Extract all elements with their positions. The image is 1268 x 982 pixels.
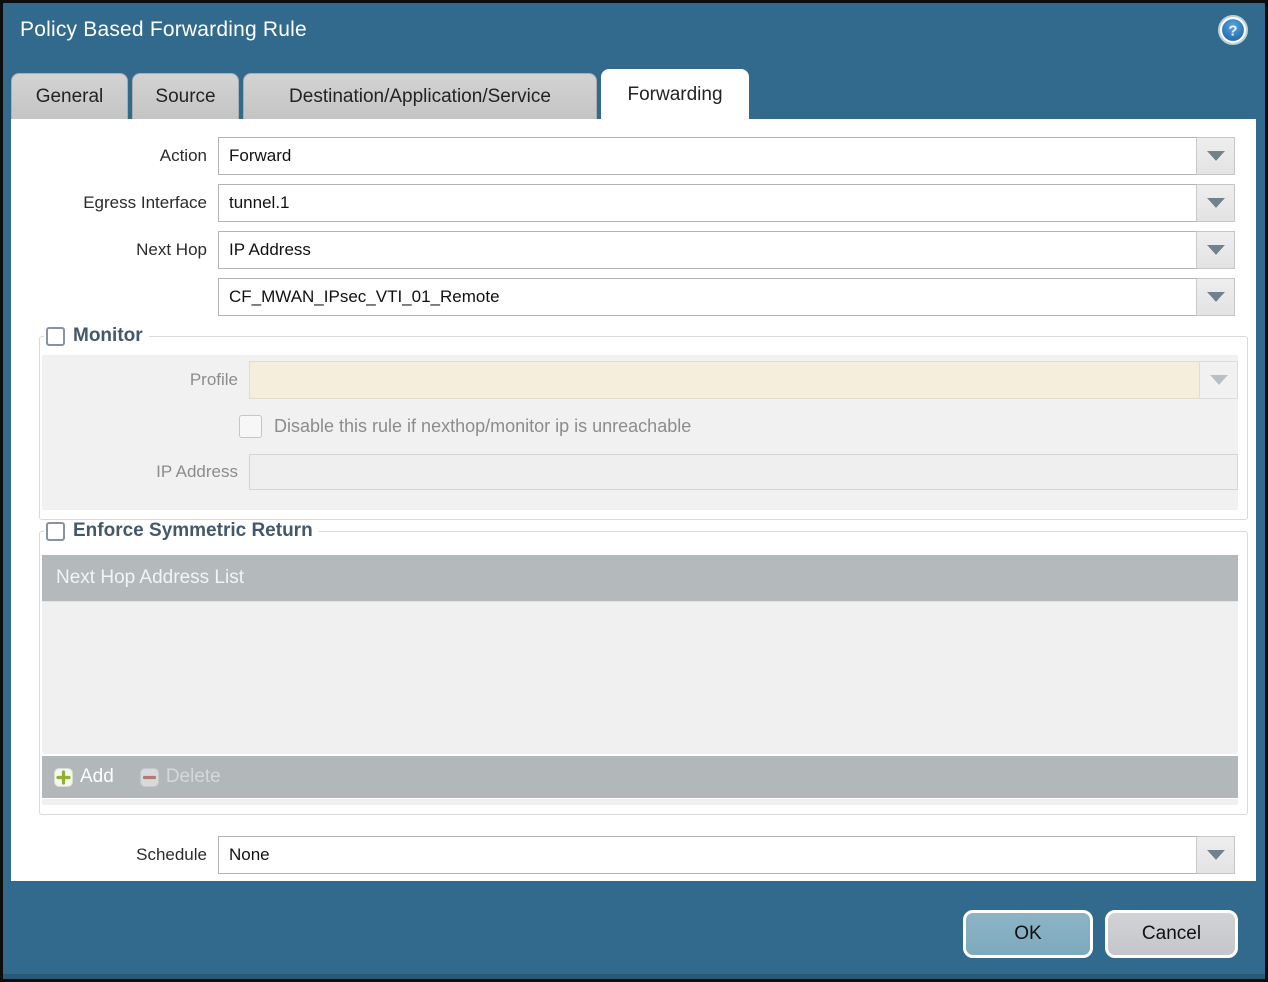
monitor-panel: Profile Disable this rule if nexthop/mon… — [42, 355, 1238, 510]
help-button[interactable]: ? — [1217, 14, 1249, 46]
table-toolbar: Add Delete — [42, 756, 1238, 798]
add-button-label: Add — [80, 766, 114, 787]
forwarding-tab-panel: Action Egress Interface Next Hop — [11, 119, 1256, 881]
svg-text:?: ? — [1228, 23, 1237, 40]
symmetric-return-legend: Enforce Symmetric Return — [44, 520, 319, 542]
next-hop-row: Next Hop — [11, 231, 1235, 269]
symmetric-return-checkbox[interactable] — [46, 521, 65, 541]
egress-interface-input[interactable] — [218, 184, 1197, 222]
table-bottom-strip — [42, 799, 1238, 805]
table-body-empty[interactable] — [42, 601, 1238, 754]
ok-button-label: OK — [1014, 923, 1042, 944]
help-icon: ? — [1218, 15, 1248, 45]
egress-interface-row: Egress Interface — [11, 184, 1235, 222]
monitor-label: Monitor — [73, 325, 143, 346]
delete-button-label: Delete — [165, 766, 221, 787]
cancel-button-label: Cancel — [1141, 923, 1202, 944]
chevron-down-icon — [1206, 245, 1225, 255]
action-label: Action — [159, 146, 207, 165]
ok-button[interactable]: OK — [963, 910, 1093, 958]
monitor-checkbox[interactable] — [46, 326, 65, 346]
schedule-label: Schedule — [136, 845, 207, 864]
disable-rule-checkbox — [239, 414, 262, 438]
profile-dropdown-button — [1200, 361, 1238, 399]
action-select — [218, 137, 1235, 175]
monitor-ip-label: IP Address — [156, 462, 238, 481]
disable-rule-row: Disable this rule if nexthop/monitor ip … — [239, 412, 1238, 440]
chevron-down-icon — [1206, 850, 1225, 860]
tab-destination-label: Destination/Application/Service — [289, 85, 551, 107]
disable-rule-label: Disable this rule if nexthop/monitor ip … — [274, 415, 692, 436]
next-hop-address-dropdown-button[interactable] — [1197, 278, 1235, 316]
schedule-dropdown-button[interactable] — [1197, 836, 1235, 874]
schedule-input[interactable] — [218, 836, 1197, 874]
monitor-ip-input — [249, 454, 1238, 490]
egress-interface-select — [218, 184, 1235, 222]
monitor-section: Monitor Profile Disable this rule if nex… — [39, 325, 1248, 520]
monitor-legend: Monitor — [44, 325, 149, 347]
chevron-down-icon — [1206, 151, 1225, 161]
tab-destination-application-service[interactable]: Destination/Application/Service — [243, 73, 597, 119]
egress-interface-dropdown-button[interactable] — [1197, 184, 1235, 222]
add-button[interactable]: Add — [54, 766, 114, 788]
tab-general-label: General — [35, 85, 104, 107]
tab-source-label: Source — [155, 85, 216, 107]
profile-input — [249, 361, 1200, 399]
chevron-down-icon — [1206, 292, 1225, 302]
tab-bar: General Source Destination/Application/S… — [11, 69, 1257, 119]
symmetric-return-section: Enforce Symmetric Return Next Hop Addres… — [39, 520, 1248, 815]
action-dropdown-button[interactable] — [1197, 137, 1235, 175]
next-hop-input[interactable] — [218, 231, 1197, 269]
table-header: Next Hop Address List — [42, 555, 1238, 601]
next-hop-address-input[interactable] — [218, 278, 1197, 316]
next-hop-address-list-table: Next Hop Address List Add Delete — [42, 555, 1238, 805]
action-row: Action — [11, 137, 1235, 175]
chevron-down-icon — [1209, 375, 1228, 385]
next-hop-select — [218, 231, 1235, 269]
tab-source[interactable]: Source — [132, 73, 239, 119]
chevron-down-icon — [1206, 198, 1225, 208]
minus-icon — [139, 767, 159, 787]
dialog-title: Policy Based Forwarding Rule — [20, 18, 307, 41]
table-header-label: Next Hop Address List — [56, 567, 244, 588]
dialog-titlebar: Policy Based Forwarding Rule ? — [3, 3, 1265, 63]
next-hop-label: Next Hop — [136, 240, 207, 259]
action-input[interactable] — [218, 137, 1197, 175]
pbf-rule-dialog: Policy Based Forwarding Rule ? General S… — [0, 0, 1268, 982]
tab-general[interactable]: General — [11, 73, 128, 119]
profile-select — [249, 361, 1238, 399]
next-hop-address-row — [11, 278, 1235, 316]
delete-button: Delete — [139, 766, 221, 788]
next-hop-address-select — [218, 278, 1235, 316]
plus-icon — [54, 767, 73, 787]
egress-interface-label: Egress Interface — [83, 193, 207, 212]
profile-label: Profile — [189, 370, 238, 389]
window-bottom-edge — [3, 974, 1265, 979]
monitor-ip-row: IP Address — [42, 453, 1238, 491]
schedule-row: Schedule — [11, 836, 1235, 874]
tab-forwarding[interactable]: Forwarding — [601, 69, 749, 119]
tab-forwarding-label: Forwarding — [627, 83, 723, 105]
symmetric-return-label: Enforce Symmetric Return — [73, 520, 313, 541]
profile-row: Profile — [42, 361, 1238, 399]
schedule-select — [218, 836, 1235, 874]
next-hop-dropdown-button[interactable] — [1197, 231, 1235, 269]
dialog-footer: OK Cancel — [963, 910, 1238, 958]
cancel-button[interactable]: Cancel — [1105, 910, 1238, 958]
